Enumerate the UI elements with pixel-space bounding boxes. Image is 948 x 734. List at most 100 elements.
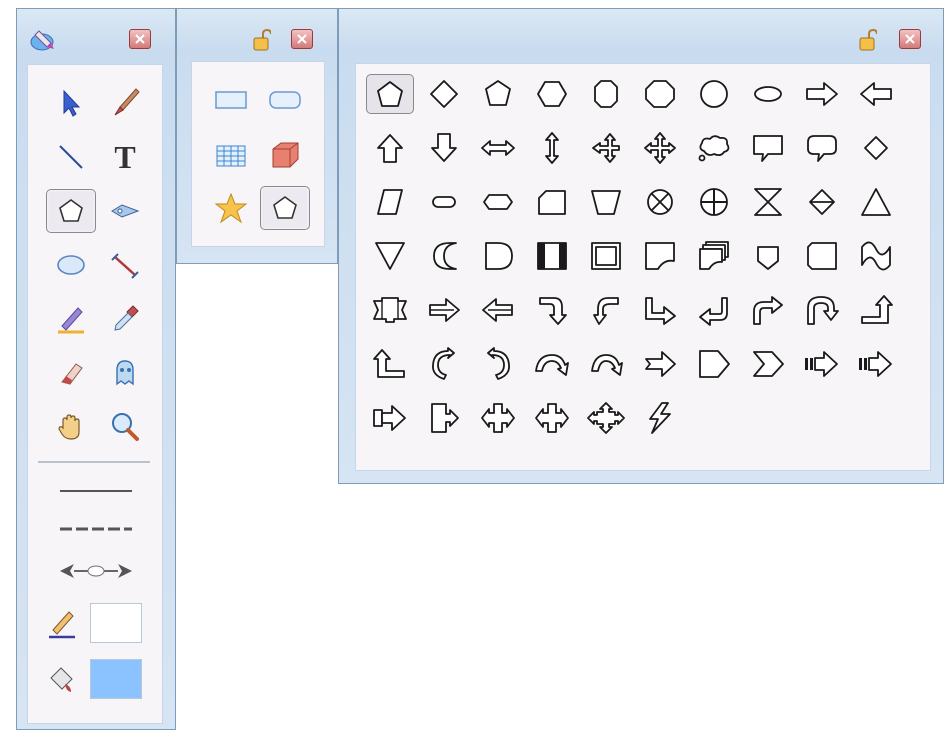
shape-arrow-callout-door-button[interactable] — [420, 398, 468, 438]
shape-hourglass-button[interactable] — [744, 182, 792, 222]
shape-rounded-pill-button[interactable] — [420, 182, 468, 222]
rounded-rectangle-button[interactable] — [260, 78, 310, 122]
unlock-icon[interactable] — [253, 29, 271, 51]
shape-arrow-striped-block-button[interactable] — [798, 344, 846, 384]
stamp-tool-button[interactable] — [100, 351, 150, 395]
fill-color-button[interactable] — [42, 657, 82, 701]
shape-triangle-button[interactable] — [852, 182, 900, 222]
shape-hexagon-button[interactable] — [528, 74, 576, 114]
close-icon — [297, 34, 307, 44]
shape-arrow-cross-2-button[interactable] — [528, 398, 576, 438]
shape-callout-round-button[interactable] — [798, 128, 846, 168]
line-style-dash-button[interactable] — [46, 507, 146, 551]
shape-arrow-cross-button[interactable] — [474, 398, 522, 438]
shape-wave-button[interactable] — [852, 236, 900, 276]
rectangle-button[interactable] — [206, 78, 256, 122]
shape-arrow-striped-left-button[interactable] — [474, 290, 522, 330]
shape-arrow-curved-down-left-button[interactable] — [582, 290, 630, 330]
fill-color-swatch[interactable] — [90, 659, 142, 699]
shape-arrow-curved-up-right-button[interactable] — [582, 344, 630, 384]
tools-close-button[interactable] — [129, 29, 151, 49]
shape-arrow-quad-left-button[interactable] — [582, 128, 630, 168]
shape-square-button[interactable] — [798, 236, 846, 276]
shape-triangle-down-button[interactable] — [366, 236, 414, 276]
shape-arrow-bent-up-button[interactable] — [852, 290, 900, 330]
eraser-tool-button[interactable] — [46, 351, 96, 395]
shape-arrow-down-button[interactable] — [420, 128, 468, 168]
shape-tool-button[interactable] — [46, 189, 96, 233]
shape-arrow-striped-right-button[interactable] — [420, 290, 468, 330]
zoom-tool-button[interactable] — [100, 405, 150, 449]
shape-home-plate-button[interactable] — [690, 344, 738, 384]
line-arrowhead-button[interactable] — [46, 549, 146, 593]
shape-octagon-button[interactable] — [636, 74, 684, 114]
shape-diamond-button[interactable] — [420, 74, 468, 114]
table-button[interactable] — [206, 134, 256, 178]
shape-arrow-u-turn-button[interactable] — [798, 290, 846, 330]
shape-arrow-bent-up-left-button[interactable] — [366, 344, 414, 384]
pan-tool-button[interactable] — [46, 405, 96, 449]
shape-frame-button[interactable] — [582, 236, 630, 276]
shape-pentagon-down-button[interactable] — [744, 236, 792, 276]
shape-banner-button[interactable] — [366, 290, 414, 330]
shape-arrow-callout-right-button[interactable] — [366, 398, 414, 438]
shape-arrow-left-right-button[interactable] — [474, 128, 522, 168]
insert-close-button[interactable] — [291, 29, 313, 49]
autoshape-button[interactable] — [260, 186, 310, 230]
shape-arrow-curved-down-button[interactable] — [528, 290, 576, 330]
shape-arrow-striped-block-2-button[interactable] — [852, 344, 900, 384]
unlock-icon[interactable] — [859, 29, 877, 51]
shape-card-button[interactable] — [528, 182, 576, 222]
shape-hexagon-flat-button[interactable] — [474, 182, 522, 222]
arrow-u-left-icon — [699, 297, 728, 326]
shape-sort-button[interactable] — [798, 182, 846, 222]
shapes-close-button[interactable] — [899, 29, 921, 49]
shape-pentagon-outline-button[interactable] — [474, 74, 522, 114]
shape-cloud-callout-button[interactable] — [690, 128, 738, 168]
paint-bucket-icon — [50, 667, 73, 692]
shape-arrow-notched-right-button[interactable] — [636, 344, 684, 384]
shape-circle-x-button[interactable] — [636, 182, 684, 222]
star-button[interactable] — [206, 186, 256, 230]
shape-ellipse-button[interactable] — [744, 74, 792, 114]
shape-arrow-circular-left-button[interactable] — [420, 344, 468, 384]
line-color-button[interactable] — [42, 601, 82, 645]
pen-tool-button[interactable] — [100, 189, 150, 233]
shape-pentagon-button[interactable] — [366, 74, 414, 114]
shape-moon-button[interactable] — [420, 236, 468, 276]
shape-process-predefined-button[interactable] — [528, 236, 576, 276]
text-tool-button[interactable]: T — [100, 135, 150, 179]
eyedropper-tool-button[interactable] — [100, 297, 150, 341]
ellipse-tool-button[interactable] — [46, 243, 96, 287]
shape-arrow-curved-up-button[interactable] — [528, 344, 576, 384]
shape-arrow-bent-right-button[interactable] — [636, 290, 684, 330]
shape-arrow-quad-callout-button[interactable] — [582, 398, 630, 438]
shape-delay-button[interactable] — [474, 236, 522, 276]
shape-octagon-vertical-button[interactable] — [582, 74, 630, 114]
shape-callout-rect-button[interactable] — [744, 128, 792, 168]
line-color-swatch[interactable] — [90, 603, 142, 643]
shape-arrow-right-button[interactable] — [798, 74, 846, 114]
measure-tool-button[interactable] — [100, 243, 150, 287]
shape-diamond-small-button[interactable] — [852, 128, 900, 168]
line-tool-button[interactable] — [46, 135, 96, 179]
shape-chevron-button[interactable] — [744, 344, 792, 384]
cube-button[interactable] — [260, 134, 310, 178]
shape-multi-document-button[interactable] — [690, 236, 738, 276]
shape-lightning-button[interactable] — [636, 398, 684, 438]
shape-arrow-u-left-button[interactable] — [690, 290, 738, 330]
shape-trapezoid-button[interactable] — [582, 182, 630, 222]
shape-arrow-circular-right-button[interactable] — [474, 344, 522, 384]
shape-parallelogram-button[interactable] — [366, 182, 414, 222]
select-tool-button[interactable] — [46, 81, 96, 125]
brush-tool-button[interactable] — [100, 81, 150, 125]
shape-circle-plus-button[interactable] — [690, 182, 738, 222]
shape-arrow-left-button[interactable] — [852, 74, 900, 114]
highlighter-tool-button[interactable] — [46, 297, 96, 341]
shape-arrow-up-button[interactable] — [366, 128, 414, 168]
shape-arrow-up-down-button[interactable] — [528, 128, 576, 168]
shape-arrow-quad-button[interactable] — [636, 128, 684, 168]
shape-document-button[interactable] — [636, 236, 684, 276]
shape-decagon-button[interactable] — [690, 74, 738, 114]
shape-arrow-turn-right-button[interactable] — [744, 290, 792, 330]
